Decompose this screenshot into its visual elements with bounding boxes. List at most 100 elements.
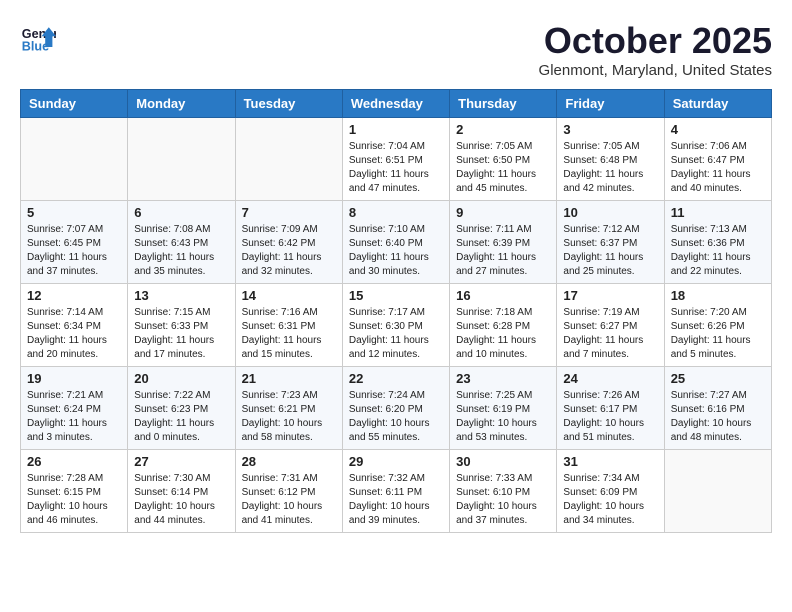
day-number: 9 (456, 205, 550, 220)
day-number: 25 (671, 371, 765, 386)
week-row-3: 12 Sunrise: 7:14 AM Sunset: 6:34 PM Dayli… (21, 284, 772, 367)
day-number: 17 (563, 288, 657, 303)
calendar-table: SundayMondayTuesdayWednesdayThursdayFrid… (20, 89, 772, 533)
day-info: Sunrise: 7:33 AM Sunset: 6:10 PM Dayligh… (456, 472, 550, 528)
day-number: 28 (242, 454, 336, 469)
day-cell: 26 Sunrise: 7:28 AM Sunset: 6:15 PM Dayli… (21, 450, 128, 533)
day-cell: 19Sunrise: 7:21 AM Sunset: 6:24 PM Dayli… (21, 367, 128, 450)
day-info: Sunrise: 7:32 AM Sunset: 6:11 PM Dayligh… (349, 472, 443, 528)
day-info: Sunrise: 7:21 AM Sunset: 6:24 PM Dayligh… (27, 389, 121, 445)
day-number: 30 (456, 454, 550, 469)
day-info: Sunrise: 7:30 AM Sunset: 6:14 PM Dayligh… (134, 472, 228, 528)
day-number: 21 (242, 371, 336, 386)
day-cell: 28 Sunrise: 7:31 AM Sunset: 6:12 PM Dayli… (235, 450, 342, 533)
day-number: 23 (456, 371, 550, 386)
day-cell: 27 Sunrise: 7:30 AM Sunset: 6:14 PM Dayli… (128, 450, 235, 533)
location: Glenmont, Maryland, United States (539, 62, 772, 79)
day-cell: 23 Sunrise: 7:25 AM Sunset: 6:19 PM Dayli… (450, 367, 557, 450)
weekday-header-row: SundayMondayTuesdayWednesdayThursdayFrid… (21, 90, 772, 118)
day-number: 5 (27, 205, 121, 220)
day-cell: 25 Sunrise: 7:27 AM Sunset: 6:16 PM Dayli… (664, 367, 771, 450)
day-cell: 3Sunrise: 7:05 AM Sunset: 6:48 PM Daylig… (557, 118, 664, 201)
day-cell: 6Sunrise: 7:08 AM Sunset: 6:43 PM Daylig… (128, 201, 235, 284)
weekday-header-friday: Friday (557, 90, 664, 118)
day-cell: 8 Sunrise: 7:10 AM Sunset: 6:40 PM Daylig… (342, 201, 449, 284)
day-info: Sunrise: 7:23 AM Sunset: 6:21 PM Dayligh… (242, 389, 336, 445)
week-row-2: 5 Sunrise: 7:07 AM Sunset: 6:45 PM Daylig… (21, 201, 772, 284)
day-info: Sunrise: 7:13 AM Sunset: 6:36 PM Dayligh… (671, 223, 765, 279)
day-number: 8 (349, 205, 443, 220)
day-cell (664, 450, 771, 533)
day-cell: 13 Sunrise: 7:15 AM Sunset: 6:33 PM Dayli… (128, 284, 235, 367)
day-cell: 17 Sunrise: 7:19 AM Sunset: 6:27 PM Dayli… (557, 284, 664, 367)
day-info: Sunrise: 7:16 AM Sunset: 6:31 PM Dayligh… (242, 306, 336, 362)
day-number: 26 (27, 454, 121, 469)
weekday-header-saturday: Saturday (664, 90, 771, 118)
day-cell: 31Sunrise: 7:34 AM Sunset: 6:09 PM Dayli… (557, 450, 664, 533)
day-number: 13 (134, 288, 228, 303)
day-info: Sunrise: 7:10 AM Sunset: 6:40 PM Dayligh… (349, 223, 443, 279)
day-number: 15 (349, 288, 443, 303)
weekday-header-thursday: Thursday (450, 90, 557, 118)
day-info: Sunrise: 7:15 AM Sunset: 6:33 PM Dayligh… (134, 306, 228, 362)
page-header: General Blue October 2025 Glenmont, Mary… (20, 20, 772, 79)
day-number: 29 (349, 454, 443, 469)
day-cell: 21 Sunrise: 7:23 AM Sunset: 6:21 PM Dayli… (235, 367, 342, 450)
day-cell: 18Sunrise: 7:20 AM Sunset: 6:26 PM Dayli… (664, 284, 771, 367)
day-info: Sunrise: 7:17 AM Sunset: 6:30 PM Dayligh… (349, 306, 443, 362)
day-number: 1 (349, 122, 443, 137)
day-cell: 15 Sunrise: 7:17 AM Sunset: 6:30 PM Dayli… (342, 284, 449, 367)
day-info: Sunrise: 7:11 AM Sunset: 6:39 PM Dayligh… (456, 223, 550, 279)
week-row-4: 19Sunrise: 7:21 AM Sunset: 6:24 PM Dayli… (21, 367, 772, 450)
day-info: Sunrise: 7:12 AM Sunset: 6:37 PM Dayligh… (563, 223, 657, 279)
day-info: Sunrise: 7:06 AM Sunset: 6:47 PM Dayligh… (671, 140, 765, 196)
day-info: Sunrise: 7:14 AM Sunset: 6:34 PM Dayligh… (27, 306, 121, 362)
day-cell: 30 Sunrise: 7:33 AM Sunset: 6:10 PM Dayli… (450, 450, 557, 533)
day-cell (235, 118, 342, 201)
day-cell: 9 Sunrise: 7:11 AM Sunset: 6:39 PM Daylig… (450, 201, 557, 284)
day-cell: 20 Sunrise: 7:22 AM Sunset: 6:23 PM Dayli… (128, 367, 235, 450)
day-cell (21, 118, 128, 201)
day-number: 27 (134, 454, 228, 469)
day-cell: 14 Sunrise: 7:16 AM Sunset: 6:31 PM Dayli… (235, 284, 342, 367)
month-title: October 2025 (539, 20, 772, 62)
day-cell: 22 Sunrise: 7:24 AM Sunset: 6:20 PM Dayli… (342, 367, 449, 450)
title-block: October 2025 Glenmont, Maryland, United … (539, 20, 772, 79)
day-number: 6 (134, 205, 228, 220)
day-number: 12 (27, 288, 121, 303)
day-info: Sunrise: 7:25 AM Sunset: 6:19 PM Dayligh… (456, 389, 550, 445)
day-number: 10 (563, 205, 657, 220)
day-number: 4 (671, 122, 765, 137)
day-number: 20 (134, 371, 228, 386)
weekday-header-wednesday: Wednesday (342, 90, 449, 118)
day-info: Sunrise: 7:28 AM Sunset: 6:15 PM Dayligh… (27, 472, 121, 528)
day-number: 16 (456, 288, 550, 303)
day-info: Sunrise: 7:09 AM Sunset: 6:42 PM Dayligh… (242, 223, 336, 279)
logo-icon: General Blue (20, 20, 56, 56)
day-info: Sunrise: 7:24 AM Sunset: 6:20 PM Dayligh… (349, 389, 443, 445)
day-cell: 1 Sunrise: 7:04 AM Sunset: 6:51 PM Daylig… (342, 118, 449, 201)
day-cell: 11Sunrise: 7:13 AM Sunset: 6:36 PM Dayli… (664, 201, 771, 284)
day-info: Sunrise: 7:31 AM Sunset: 6:12 PM Dayligh… (242, 472, 336, 528)
day-cell (128, 118, 235, 201)
day-info: Sunrise: 7:22 AM Sunset: 6:23 PM Dayligh… (134, 389, 228, 445)
day-info: Sunrise: 7:18 AM Sunset: 6:28 PM Dayligh… (456, 306, 550, 362)
day-info: Sunrise: 7:04 AM Sunset: 6:51 PM Dayligh… (349, 140, 443, 196)
day-number: 22 (349, 371, 443, 386)
day-number: 3 (563, 122, 657, 137)
day-cell: 10 Sunrise: 7:12 AM Sunset: 6:37 PM Dayli… (557, 201, 664, 284)
day-cell: 4 Sunrise: 7:06 AM Sunset: 6:47 PM Daylig… (664, 118, 771, 201)
week-row-1: 1 Sunrise: 7:04 AM Sunset: 6:51 PM Daylig… (21, 118, 772, 201)
week-row-5: 26 Sunrise: 7:28 AM Sunset: 6:15 PM Dayli… (21, 450, 772, 533)
logo: General Blue (20, 20, 56, 56)
day-info: Sunrise: 7:07 AM Sunset: 6:45 PM Dayligh… (27, 223, 121, 279)
day-cell: 24Sunrise: 7:26 AM Sunset: 6:17 PM Dayli… (557, 367, 664, 450)
day-number: 14 (242, 288, 336, 303)
day-info: Sunrise: 7:26 AM Sunset: 6:17 PM Dayligh… (563, 389, 657, 445)
day-info: Sunrise: 7:19 AM Sunset: 6:27 PM Dayligh… (563, 306, 657, 362)
day-info: Sunrise: 7:27 AM Sunset: 6:16 PM Dayligh… (671, 389, 765, 445)
day-cell: 29 Sunrise: 7:32 AM Sunset: 6:11 PM Dayli… (342, 450, 449, 533)
weekday-header-tuesday: Tuesday (235, 90, 342, 118)
weekday-header-monday: Monday (128, 90, 235, 118)
day-cell: 5 Sunrise: 7:07 AM Sunset: 6:45 PM Daylig… (21, 201, 128, 284)
